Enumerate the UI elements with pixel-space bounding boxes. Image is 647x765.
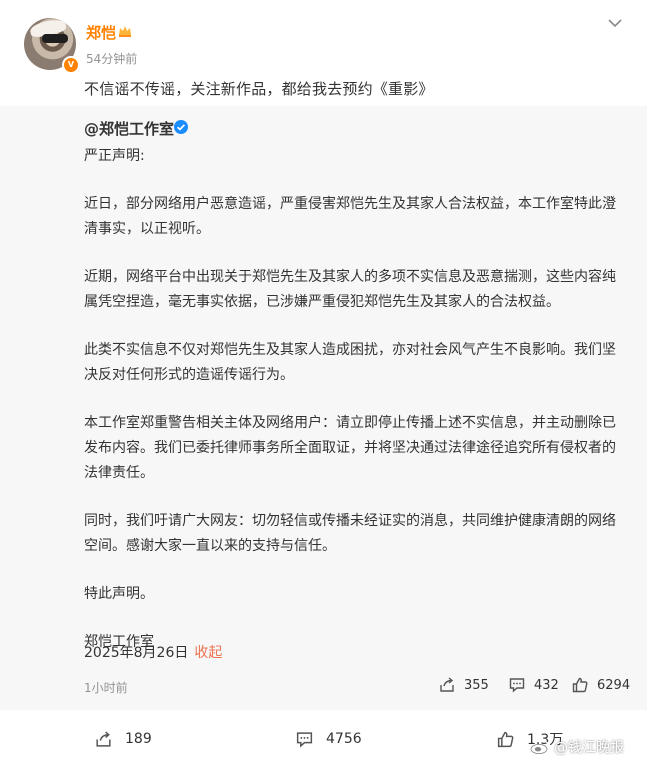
repost-comment-count: 432	[534, 677, 559, 693]
weibo-logo-icon	[530, 740, 549, 754]
repost-share-count: 355	[464, 677, 489, 693]
watermark-text: @钱江晚报	[554, 740, 624, 756]
post-text: 不信谣不传谣，关注新作品，都给我去预约《重影》	[84, 80, 434, 98]
comment-icon	[296, 731, 313, 747]
post-time[interactable]: 54分钟前	[86, 50, 137, 67]
statement-date-line: 2025年8月26日 收起	[84, 642, 222, 662]
author-name[interactable]: 郑恺	[86, 22, 116, 43]
repost-share-stat[interactable]: 355	[438, 675, 489, 695]
comment-button[interactable]: 4756	[295, 728, 362, 750]
vip-badge-icon: V	[62, 56, 80, 74]
share-icon	[440, 677, 454, 692]
weibo-post-card: V 郑恺 54分钟前 不信谣不传谣，关注新作品，都给我去预约《重影》 @郑恺工作…	[0, 0, 647, 765]
comment-icon	[509, 678, 525, 693]
comment-count: 4756	[326, 731, 362, 747]
collapse-link[interactable]: 收起	[194, 645, 222, 661]
crown-icon	[119, 26, 131, 37]
statement-closing: 特此声明。	[84, 586, 154, 602]
repost-time[interactable]: 1小时前	[84, 679, 128, 696]
statement-title: 严正声明:	[84, 148, 145, 164]
verified-icon	[174, 120, 188, 134]
share-icon	[96, 731, 111, 747]
repost-comment-stat[interactable]: 432	[508, 675, 559, 695]
statement-date: 2025年8月26日	[84, 645, 189, 661]
repost-like-stat[interactable]: 6294	[571, 675, 630, 695]
statement-paragraph: 近日，部分网络用户恶意造谣，严重侵害郑恺先生及其家人合法权益，本工作室特此澄清事…	[84, 196, 616, 237]
repost-author[interactable]: @郑恺工作室	[84, 118, 174, 139]
repost-body: 严正声明: 近日，部分网络用户恶意造谣，严重侵害郑恺先生及其家人合法权益，本工作…	[84, 144, 629, 655]
statement-paragraph: 近期，网络平台中出现关于郑恺先生及其家人的多项不实信息及恶意揣测，这些内容纯属凭…	[84, 269, 616, 310]
avatar[interactable]: V	[24, 18, 80, 74]
statement-paragraph: 此类不实信息不仅对郑恺先生及其家人造成困扰，亦对社会风气产生不良影响。我们坚决反…	[84, 342, 616, 383]
statement-paragraph: 同时，我们吁请广大网友：切勿轻信或传播未经证实的消息，共同维护健康清朗的网络空间…	[84, 513, 616, 554]
thumbs-up-icon	[572, 677, 588, 693]
watermark: @钱江晚报	[530, 737, 624, 757]
chevron-down-icon[interactable]	[607, 17, 623, 29]
repost-count: 189	[125, 731, 152, 747]
reposted-weibo[interactable]: @郑恺工作室 严正声明: 近日，部分网络用户恶意造谣，严重侵害郑恺先生及其家人合…	[0, 106, 647, 710]
repost-like-count: 6294	[597, 677, 631, 693]
repost-button[interactable]: 189	[94, 728, 152, 750]
thumbs-up-icon	[497, 731, 514, 747]
statement-paragraph: 本工作室郑重警告相关主体及网络用户：请立即停止传播上述不实信息，并主动删除已发布…	[84, 415, 616, 481]
